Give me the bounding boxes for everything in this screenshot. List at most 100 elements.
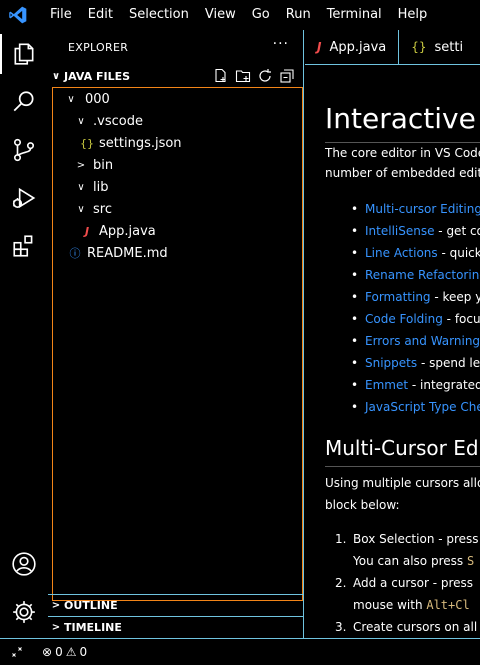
error-icon: ⊗ (42, 645, 53, 659)
info-icon: ⓘ (69, 247, 81, 260)
list-item: 2. Add a cursor - press (335, 576, 474, 590)
chevron-right-icon: > (76, 159, 86, 171)
tree-item-bin[interactable]: > bin (53, 154, 302, 176)
list-item: 1. Box Selection - press (335, 532, 479, 546)
sidebar-title: EXPLORER (68, 41, 129, 54)
tree-item-label: lib (93, 179, 109, 195)
list-item: Rename Refactoring (325, 264, 480, 286)
tab-label: App.java (329, 39, 387, 55)
paragraph-line-1: Using multiple cursors allov (325, 476, 480, 490)
section-heading: Multi-Cursor Edit (325, 436, 480, 460)
menu-file[interactable]: File (42, 0, 80, 30)
new-file-icon[interactable] (213, 68, 229, 84)
tree-item-app-java[interactable]: J App.java (53, 220, 302, 242)
intro-line-2: number of embedded edito (325, 166, 480, 180)
feature-link[interactable]: Rename Refactoring (365, 268, 480, 282)
menu-terminal[interactable]: Terminal (319, 0, 390, 30)
feature-link[interactable]: Formatting (365, 290, 431, 304)
section-outline[interactable]: > OUTLINE (48, 594, 303, 616)
explorer-icon[interactable] (8, 38, 40, 70)
feature-desc: - quickl (441, 246, 480, 260)
list-item: You can also press S (325, 550, 479, 572)
chevron-down-icon: ∨ (67, 93, 75, 105)
tab-label: setti (434, 39, 464, 55)
list-item: Code Folding - focus (325, 308, 480, 330)
tree-item-label: README.md (87, 245, 168, 261)
feature-link[interactable]: JavaScript Type Chec (365, 400, 480, 414)
tab-settings[interactable]: {} setti (399, 30, 475, 64)
list-item: Formatting - keep yo (325, 286, 480, 308)
feature-link[interactable]: Snippets (365, 356, 417, 370)
tree-item-lib[interactable]: ∨ lib (53, 176, 302, 198)
intro-line-1: The core editor in VS Code (325, 146, 480, 160)
tree-item-readme[interactable]: ⓘ README.md (53, 242, 302, 264)
menu-go[interactable]: Go (244, 0, 278, 30)
paragraph-line-2: block below: (325, 498, 400, 512)
settings-gear-icon[interactable] (8, 596, 40, 628)
list-item: Snippets - spend les (325, 352, 480, 374)
section-actions (213, 65, 295, 87)
tree-item-label: 000 (85, 91, 110, 107)
menu-selection[interactable]: Selection (121, 0, 197, 30)
search-icon[interactable] (8, 86, 40, 118)
java-file-icon: J (317, 40, 322, 54)
tree-item-settings-json[interactable]: {} settings.json (53, 132, 302, 154)
section-title: JAVA FILES (64, 69, 131, 83)
list-item: IntelliSense - get coc (325, 220, 480, 242)
source-control-icon[interactable] (8, 134, 40, 166)
feature-link[interactable]: Errors and Warnings (365, 334, 480, 348)
remote-indicator-icon[interactable] (0, 646, 34, 658)
section-java-files[interactable]: ∨ JAVA FILES (48, 65, 303, 87)
run-debug-icon[interactable] (8, 182, 40, 214)
editor-tabs: J App.java {} setti (305, 30, 480, 65)
feature-link[interactable]: Line Actions (365, 246, 438, 260)
refresh-icon[interactable] (257, 68, 273, 84)
chevron-down-icon: ∨ (51, 70, 61, 82)
page-title: Interactive Ec (325, 102, 480, 135)
tree-item-000[interactable]: ∨ 000 (53, 88, 302, 110)
menu-edit[interactable]: Edit (80, 0, 121, 30)
account-icon[interactable] (8, 548, 40, 580)
chevron-down-icon: ∨ (77, 115, 85, 127)
feature-link[interactable]: Code Folding (365, 312, 443, 326)
feature-link[interactable]: IntelliSense (365, 224, 434, 238)
tree-item-label: src (93, 201, 112, 217)
editor-area[interactable]: Interactive Ec The core editor in VS Cod… (305, 66, 480, 638)
vscode-logo-icon (9, 6, 27, 24)
warning-count: 0 (79, 645, 88, 659)
collapse-all-icon[interactable] (279, 68, 295, 84)
divider (325, 466, 480, 467)
feature-desc: - integrated (408, 378, 480, 392)
active-indicator (0, 34, 2, 74)
new-folder-icon[interactable] (235, 68, 251, 84)
list-item: JavaScript Type Chec (325, 396, 480, 418)
more-actions-icon[interactable]: ··· (273, 36, 289, 52)
problems-indicator[interactable]: ⊗ 0 ⚠ 0 (42, 645, 87, 659)
warning-icon: ⚠ (65, 645, 77, 659)
step-text: Create cursors on all (353, 620, 478, 634)
section-title: TIMELINE (64, 621, 122, 634)
list-item: mouse with Alt+Cl (325, 594, 479, 616)
list-item: Errors and Warnings (325, 330, 480, 352)
explorer-sidebar: EXPLORER ··· ∨ JAVA FILES ∨ 000 ∨ .vscod… (48, 30, 304, 638)
menu-view[interactable]: View (197, 0, 244, 30)
tab-app-java[interactable]: J App.java (305, 30, 400, 64)
feature-link[interactable]: Emmet (365, 378, 408, 392)
feature-desc: - get coc (438, 224, 480, 238)
error-count: 0 (55, 645, 63, 659)
keybinding: S (466, 554, 475, 568)
feature-desc: - focus (446, 312, 480, 326)
tree-item-src[interactable]: ∨ src (53, 198, 302, 220)
tree-item-label: App.java (99, 223, 156, 239)
section-timeline[interactable]: > TIMELINE (48, 616, 303, 638)
feature-link[interactable]: Multi-cursor Editing (365, 202, 480, 216)
tree-item-vscode[interactable]: ∨ .vscode (53, 110, 302, 132)
extensions-icon[interactable] (8, 230, 40, 262)
menu-run[interactable]: Run (278, 0, 319, 30)
menu-help[interactable]: Help (390, 0, 436, 30)
activity-bar (0, 30, 48, 638)
step-text: You can also press (353, 554, 467, 568)
chevron-right-icon: > (51, 622, 61, 633)
list-item: Line Actions - quickl (325, 242, 480, 264)
status-bar: ⊗ 0 ⚠ 0 (0, 638, 480, 665)
